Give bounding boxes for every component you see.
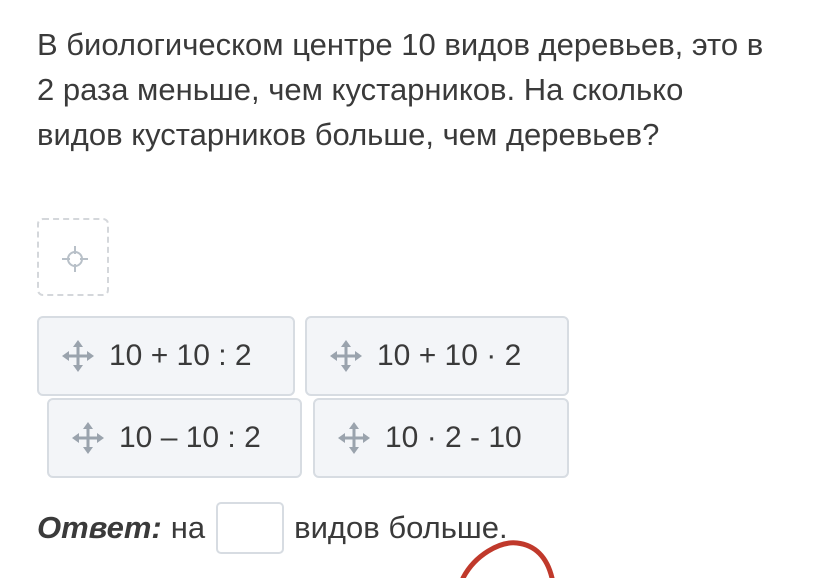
answer-label: Ответ: <box>37 510 162 545</box>
target-crosshair-icon <box>62 246 88 272</box>
move-arrows-icon <box>330 340 362 372</box>
option-expression: 10 + 10 · 2 <box>377 339 522 372</box>
option-expression: 10 · 2 - 10 <box>385 421 522 454</box>
option-tile[interactable]: 10 – 10 : 2 <box>47 398 302 478</box>
answer-row: Ответ: на видов больше. <box>37 502 508 554</box>
pen-annotation-mark <box>460 540 555 578</box>
option-expression: 10 – 10 : 2 <box>119 421 261 454</box>
move-arrows-icon <box>72 422 104 454</box>
option-tile[interactable]: 10 + 10 : 2 <box>37 316 295 396</box>
answer-prefix: на <box>170 510 206 545</box>
option-tile[interactable]: 10 · 2 - 10 <box>313 398 569 478</box>
option-expression: 10 + 10 : 2 <box>109 339 252 372</box>
move-arrows-icon <box>338 422 370 454</box>
answer-input[interactable] <box>216 502 285 554</box>
question-text: В биологическом центре 10 видов деревьев… <box>37 27 764 152</box>
move-arrows-icon <box>62 340 94 372</box>
option-tile[interactable]: 10 + 10 · 2 <box>305 316 569 396</box>
answer-dropzone[interactable] <box>37 218 109 296</box>
